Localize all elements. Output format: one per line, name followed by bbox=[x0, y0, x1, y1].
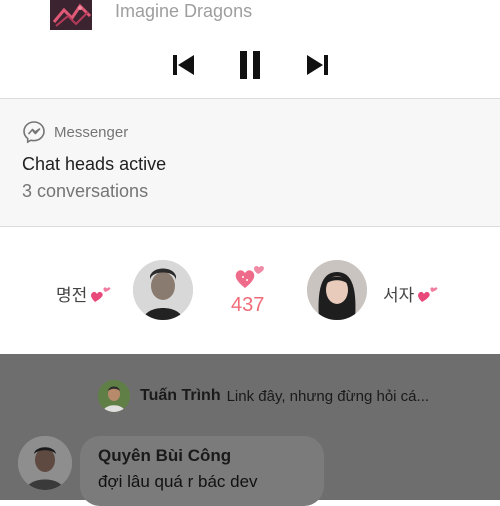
left-name-label: 명전 bbox=[56, 286, 88, 305]
person-photo bbox=[98, 380, 130, 412]
notification-header: Messenger bbox=[22, 120, 128, 144]
person-photo bbox=[18, 436, 72, 490]
messenger-icon bbox=[23, 121, 45, 144]
notification-subtitle: 3 conversations bbox=[22, 181, 149, 201]
previous-button[interactable] bbox=[165, 47, 201, 83]
quyen-avatar[interactable] bbox=[18, 436, 72, 490]
pause-icon bbox=[240, 51, 260, 79]
previous-icon bbox=[173, 55, 194, 75]
message-text: đợi lâu quá r bác dev bbox=[98, 472, 258, 491]
media-notification: Imagine Dragons bbox=[0, 0, 500, 98]
message-preview: Link đây, nhưng đừng hỏi cá... bbox=[226, 387, 430, 405]
left-avatar[interactable] bbox=[133, 260, 193, 320]
person-photo bbox=[307, 260, 367, 320]
album-art bbox=[50, 0, 92, 30]
tuan-avatar bbox=[98, 380, 130, 412]
next-icon bbox=[307, 55, 328, 75]
heart-icon bbox=[418, 286, 438, 302]
next-button[interactable] bbox=[300, 47, 336, 83]
right-name-label: 서자 bbox=[383, 286, 415, 305]
pause-button[interactable] bbox=[232, 47, 268, 83]
heart-icon bbox=[91, 286, 111, 302]
sender-name: Quyên Bùi Công bbox=[98, 446, 232, 465]
sender-name: Tuấn Trình bbox=[140, 387, 221, 404]
right-name: 서자 bbox=[383, 281, 440, 306]
left-name: 명전 bbox=[56, 281, 113, 306]
heart-count: 437 bbox=[231, 294, 265, 316]
right-avatar[interactable] bbox=[307, 260, 367, 320]
notification-title: Chat heads active bbox=[22, 154, 167, 174]
artist-name: Imagine Dragons bbox=[115, 1, 253, 21]
person-photo bbox=[133, 260, 193, 320]
chat-row[interactable]: Tuấn Trình Link đây, nhưng đừng hỏi cá..… bbox=[98, 380, 429, 412]
hearts-icon bbox=[235, 265, 264, 288]
app-name: Messenger bbox=[54, 123, 129, 141]
